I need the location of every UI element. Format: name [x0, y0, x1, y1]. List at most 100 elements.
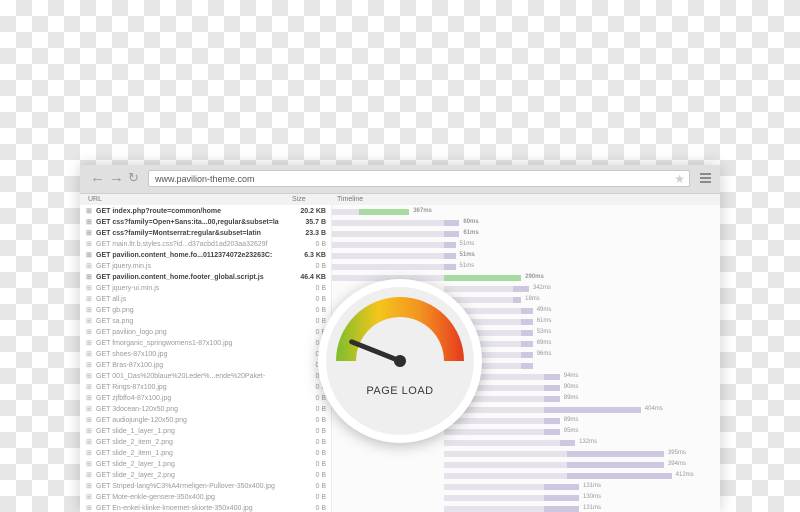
- arrow-left-icon[interactable]: ←: [90, 169, 105, 187]
- address-url: www.pavilion-theme.com: [155, 174, 255, 184]
- timeline-wait-segment: [443, 473, 568, 479]
- request-duration: 342ms: [532, 285, 551, 291]
- request-size: 0 B: [315, 450, 326, 457]
- column-timeline[interactable]: Timeline: [337, 194, 363, 205]
- request-url: GET index.php?route=common/home: [96, 208, 222, 215]
- expand-icon[interactable]: ⊞: [86, 239, 92, 250]
- request-duration: 132ms: [579, 439, 598, 445]
- request-size: 20.2 KB: [300, 208, 326, 215]
- request-size: 6.3 KB: [304, 252, 326, 259]
- expand-icon[interactable]: ⊞: [86, 404, 92, 415]
- expand-icon[interactable]: ⊞: [86, 327, 92, 338]
- expand-icon[interactable]: ⊞: [86, 492, 92, 503]
- timeline-wait-segment: [332, 264, 444, 270]
- expand-icon[interactable]: ⊞: [86, 316, 92, 327]
- network-request-row[interactable]: ⊞ GET jquery.min.js 0 B 51ms: [80, 261, 720, 272]
- expand-icon[interactable]: ⊞: [86, 206, 92, 217]
- request-url: GET jquery-ui.min.js: [96, 285, 160, 292]
- hamburger-menu-icon[interactable]: [700, 173, 711, 185]
- timeline-wait-segment: [443, 495, 545, 501]
- expand-icon[interactable]: ⊞: [86, 371, 92, 382]
- network-request-row[interactable]: ⊞ GET css?family=Montserrat:regular&subse…: [80, 228, 720, 239]
- expand-icon[interactable]: ⊞: [86, 481, 92, 492]
- gauge-hub: [394, 355, 406, 367]
- address-bar[interactable]: www.pavilion-theme.com ★: [148, 170, 690, 187]
- expand-icon[interactable]: ⊞: [86, 470, 92, 481]
- star-icon[interactable]: ★: [674, 171, 685, 187]
- expand-icon[interactable]: ⊞: [86, 349, 92, 360]
- timeline-content-segment: [443, 231, 460, 237]
- gauge-label: PAGE LOAD: [366, 385, 434, 397]
- reload-icon[interactable]: ↻: [128, 169, 139, 187]
- timeline-content-segment: [559, 440, 576, 446]
- request-url: GET slide_2_item_2.png: [96, 439, 173, 446]
- expand-icon[interactable]: ⊞: [86, 228, 92, 239]
- network-request-row[interactable]: ⊞ GET css?family=Open+Sans:ita...00,regul…: [80, 217, 720, 228]
- network-request-row[interactable]: ⊞ GET slide_2_layer_2.png 0 B 412ms: [80, 470, 720, 481]
- network-request-row[interactable]: ⊞ GET slide_2_layer_1.png 0 B 394ms: [80, 459, 720, 470]
- request-size: 35.7 B: [305, 219, 326, 226]
- request-duration: 61ms: [463, 230, 479, 236]
- network-request-row[interactable]: ⊞ GET index.php?route=common/home 20.2 KB 3…: [80, 206, 720, 217]
- request-url: GET pavilion.content_home.fo...011237407…: [96, 252, 273, 259]
- expand-icon[interactable]: ⊞: [86, 338, 92, 349]
- expand-icon[interactable]: ⊞: [86, 261, 92, 272]
- timeline-content-segment: [521, 330, 533, 336]
- arrow-right-icon[interactable]: →: [109, 169, 124, 187]
- request-duration: 51ms: [459, 263, 475, 269]
- expand-icon[interactable]: ⊞: [86, 437, 92, 448]
- timeline-wait-segment: [332, 242, 444, 248]
- browser-toolbar: ← → ↻ www.pavilion-theme.com ★: [80, 165, 720, 194]
- expand-icon[interactable]: ⊞: [86, 426, 92, 437]
- expand-icon[interactable]: ⊞: [86, 294, 92, 305]
- expand-icon[interactable]: ⊞: [86, 459, 92, 470]
- request-duration: 367ms: [413, 208, 432, 214]
- gauge-dial: [326, 287, 474, 435]
- expand-icon[interactable]: ⊞: [86, 283, 92, 294]
- request-duration: 131ms: [583, 505, 602, 511]
- timeline-wait-segment: [443, 484, 545, 490]
- network-request-row[interactable]: ⊞ GET Striped-lang%C3%A4rmeligen-Pullover…: [80, 481, 720, 492]
- request-size: 0 B: [315, 483, 326, 490]
- timeline-wait-segment: [332, 253, 444, 259]
- timeline-content-segment: [521, 308, 533, 314]
- expand-icon[interactable]: ⊞: [86, 448, 92, 459]
- request-duration: 89ms: [563, 395, 579, 401]
- request-url: GET jquery.min.js: [96, 263, 151, 270]
- request-url: GET css?family=Montserrat:regular&subset…: [96, 230, 261, 237]
- expand-icon[interactable]: ⊞: [86, 305, 92, 316]
- request-url: GET Bras-87x100.jpg: [96, 362, 164, 369]
- timeline-content-segment: [544, 418, 560, 424]
- column-url[interactable]: URL: [88, 194, 102, 205]
- expand-icon[interactable]: ⊞: [86, 503, 92, 512]
- request-url: GET zjfbffo4-87x100.jpg: [96, 395, 172, 402]
- timeline-wait-segment: [443, 462, 568, 468]
- request-url: GET pavilion.content_home.footer_global.…: [96, 274, 264, 281]
- expand-icon[interactable]: ⊞: [86, 217, 92, 228]
- network-request-row[interactable]: ⊞ GET Mote-enkle-gensere-350x400.jpg 0 B 13…: [80, 492, 720, 503]
- timeline-content-segment: [443, 220, 460, 226]
- timeline-content-segment: [521, 319, 533, 325]
- expand-icon[interactable]: ⊞: [86, 272, 92, 283]
- timeline-content-segment: [359, 209, 410, 215]
- network-request-row[interactable]: ⊞ GET pavilion.content_home.fo...01123740…: [80, 250, 720, 261]
- expand-icon[interactable]: ⊞: [86, 382, 92, 393]
- column-size[interactable]: Size: [292, 194, 306, 205]
- request-size: 0 B: [315, 472, 326, 479]
- request-url: GET fmorganic_springwomens1-87x100.jpg: [96, 340, 233, 347]
- request-duration: 290ms: [525, 274, 544, 280]
- network-request-row[interactable]: ⊞ GET main.ltr.b.styles.css?id...d37acbd1…: [80, 239, 720, 250]
- request-url: GET 3docean-120x50.png: [96, 406, 178, 413]
- request-url: GET slide_2_layer_1.png: [96, 461, 175, 468]
- page-load-gauge: PAGE LOAD: [318, 279, 482, 443]
- expand-icon[interactable]: ⊞: [86, 415, 92, 426]
- network-request-row[interactable]: ⊞ GET slide_2_item_1.png 0 B 395ms: [80, 448, 720, 459]
- request-duration: 61ms: [536, 318, 552, 324]
- request-duration: 49ms: [536, 307, 552, 313]
- network-request-row[interactable]: ⊞ GET En-enkel-klinke-lmoemet-skiorte-350…: [80, 503, 720, 512]
- expand-icon[interactable]: ⊞: [86, 250, 92, 261]
- expand-icon[interactable]: ⊞: [86, 360, 92, 371]
- expand-icon[interactable]: ⊞: [86, 393, 92, 404]
- request-url: GET audiojungle-120x50.png: [96, 417, 187, 424]
- request-url: GET main.ltr.b.styles.css?id...d37acbd1a…: [96, 241, 268, 248]
